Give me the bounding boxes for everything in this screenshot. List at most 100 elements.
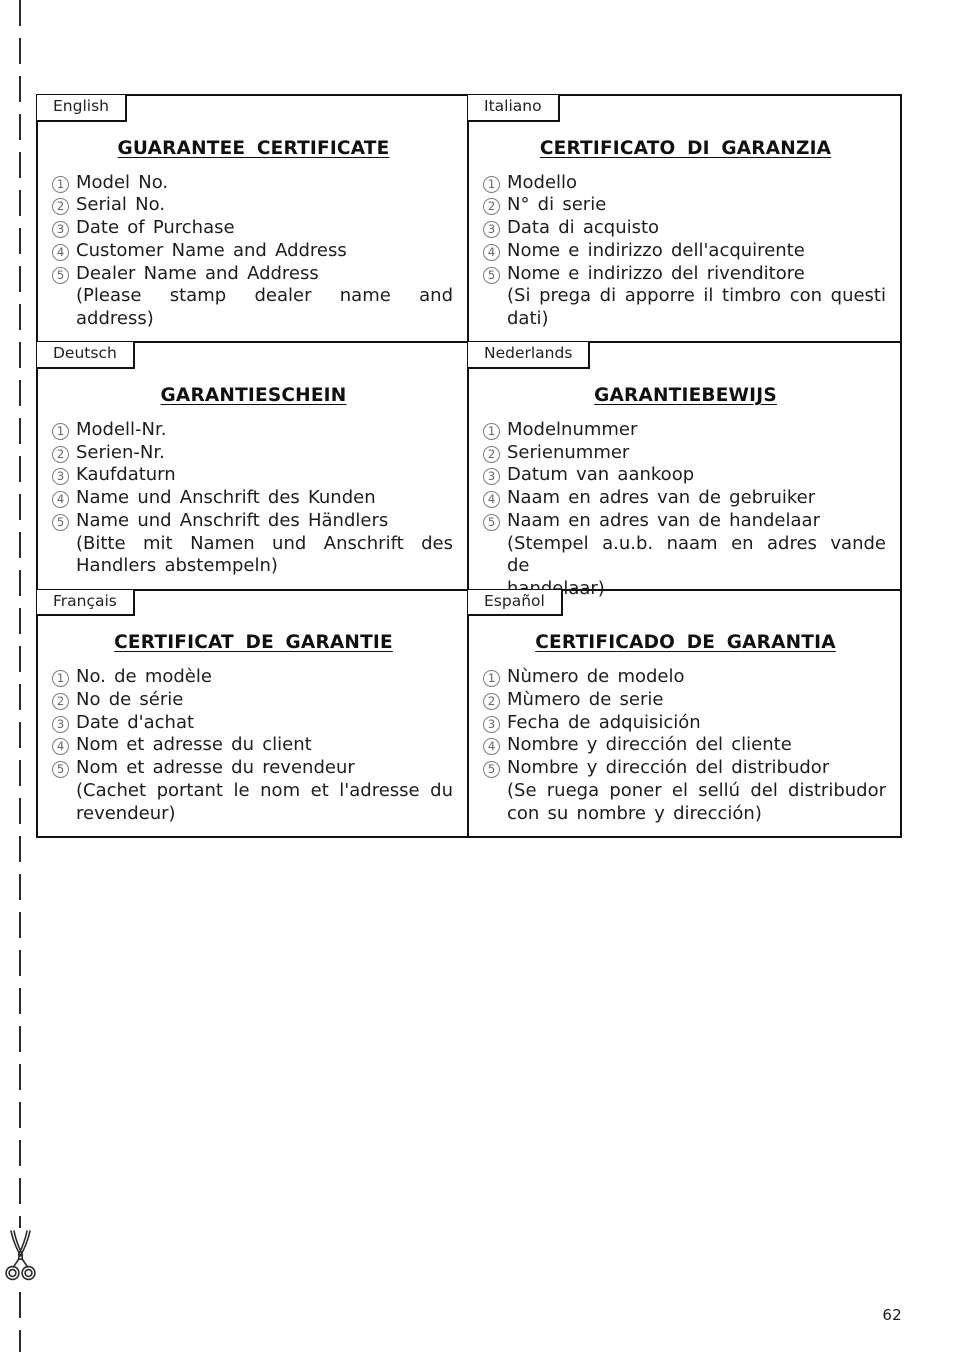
list-item: 4 Naam en adres van de gebruiker (483, 487, 888, 510)
list-item: 1 Modell-Nr. (52, 419, 455, 442)
circled-number-3-icon: 3 (52, 221, 69, 239)
circled-number-5-icon: 5 (52, 513, 69, 531)
list-item: 5 Dealer Name and Address (52, 263, 455, 286)
certificate-list-espanol: 1 Nùmero de modelo 2 Mùmero de serie 3 Fech… (483, 666, 888, 779)
certificate-note-francais: (Cachet portant le nom et l'adresse du r… (76, 779, 453, 824)
certificate-note-espanol: (Se ruega poner el sellú del distribudor… (507, 779, 886, 824)
circled-number-5-icon: 5 (483, 266, 500, 284)
certificate-list-italiano: 1 Modello 2 N° di serie 3 Data di acquisto … (483, 172, 888, 285)
certificate-title-english: GUARANTEE CERTIFICATE (117, 137, 390, 159)
page-number: 62 (882, 1306, 902, 1324)
certificate-cell-deutsch: Deutsch GARANTIESCHEIN 1 Modell-Nr. 2 Seri… (37, 342, 469, 589)
circled-number-2-icon: 2 (483, 198, 500, 216)
circled-number-2-icon: 2 (52, 198, 69, 216)
circled-number-3-icon: 3 (483, 468, 500, 486)
list-item: 2 Serial No. (52, 194, 455, 217)
circled-number-3-icon: 3 (52, 715, 69, 733)
list-item: 1 Model No. (52, 172, 455, 195)
certificate-note-deutsch: (Bitte mit Namen und Anschrift des Handl… (76, 532, 453, 577)
list-item: 3 Datum van aankoop (483, 464, 888, 487)
circled-number-3-icon: 3 (483, 221, 500, 239)
circled-number-1-icon: 1 (52, 670, 69, 688)
circled-number-4-icon: 4 (483, 243, 500, 261)
circled-number-1-icon: 1 (483, 670, 500, 688)
list-item: 3 Kaufdaturn (52, 464, 455, 487)
certificate-row-2: Deutsch GARANTIESCHEIN 1 Modell-Nr. 2 Seri… (37, 342, 900, 599)
certificate-title-italiano: CERTIFICATO DI GARANZIA (539, 137, 832, 159)
list-item: 5 Nombre y dirección del distribudor (483, 757, 888, 780)
certificate-title-francais: CERTIFICAT DE GARANTIE (114, 632, 393, 654)
list-item: 2 Serienummer (483, 442, 888, 465)
circled-number-1-icon: 1 (52, 423, 69, 441)
list-item: 4 Nombre y dirección del cliente (483, 734, 888, 757)
list-item: 2 No de série (52, 689, 455, 712)
list-item: 3 Date of Purchase (52, 217, 455, 240)
list-item: 1 Nùmero de modelo (483, 666, 888, 689)
circled-number-4-icon: 4 (52, 491, 69, 509)
circled-number-1-icon: 1 (483, 175, 500, 193)
certificate-body-francais: CERTIFICAT DE GARANTIE 1 No. de modèle 2N… (38, 616, 467, 836)
circled-number-2-icon: 2 (52, 445, 69, 463)
certificate-body-nederlands: GARANTIEBEWIJS 1 Modelnummer 2 Serienummer… (469, 369, 900, 600)
language-tab-italiano: Italiano (468, 95, 560, 122)
circled-number-5-icon: 5 (52, 266, 69, 284)
certificate-row-3: Français CERTIFICAT DE GARANTIE 1 No. de … (37, 589, 900, 836)
certificate-list-nederlands: 1 Modelnummer 2 Serienummer 3 Datum van aan… (483, 419, 888, 532)
certificate-cell-espanol: Español CERTIFICADO DE GARANTIA 1 Nùmero … (468, 589, 900, 836)
language-tab-francais: Français (37, 589, 135, 617)
list-item: 1 No. de modèle (52, 666, 455, 689)
list-item: 2 Mùmero de serie (483, 689, 888, 712)
list-item: 3 Data di acquisto (483, 217, 888, 240)
certificate-body-italiano: CERTIFICATO DI GARANZIA 1 Modello 2 N° di … (469, 122, 900, 342)
circled-number-1-icon: 1 (483, 423, 500, 441)
list-item: 2 Serien-Nr. (52, 442, 455, 465)
list-item: 5 Nom et adresse du revendeur (52, 757, 455, 780)
list-item: 3 Date d'achat (52, 712, 455, 735)
certificate-note-italiano: (Si prega di apporre il timbro con quest… (507, 285, 886, 329)
scissors-icon (1, 1228, 41, 1290)
circled-number-4-icon: 4 (483, 491, 500, 509)
guarantee-certificate-table: English GUARANTEE CERTIFICATE 1 Model No.… (36, 94, 902, 838)
circled-number-3-icon: 3 (483, 715, 500, 733)
certificate-cell-english: English GUARANTEE CERTIFICATE 1 Model No.… (37, 95, 469, 342)
list-item: 4 Nome e indirizzo dell'acquirente (483, 240, 888, 263)
list-item: 4 Nom et adresse du client (52, 734, 455, 757)
circled-number-5-icon: 5 (52, 761, 69, 779)
list-item: 1 Modelnummer (483, 419, 888, 442)
certificate-list-english: 1 Model No. 2 Serial No. 3 Date of Purchase… (52, 172, 455, 285)
certificate-list-deutsch: 1 Modell-Nr. 2 Serien-Nr. 3 Kaufdaturn 4 Nam… (52, 419, 455, 532)
list-item: 4 Name und Anschrift des Kunden (52, 487, 455, 510)
circled-number-1-icon: 1 (52, 175, 69, 193)
certificate-list-francais: 1 No. de modèle 2 No de série 3 Date d'acha… (52, 666, 455, 779)
list-item: 2 N° di serie (483, 194, 888, 217)
certificate-cell-nederlands: Nederlands GARANTIEBEWIJS 1 Modelnummer 2… (468, 342, 900, 599)
circled-number-2-icon: 2 (483, 693, 500, 711)
circled-number-2-icon: 2 (483, 445, 500, 463)
certificate-body-deutsch: GARANTIESCHEIN 1 Modell-Nr. 2 Serien-Nr. 3… (38, 369, 467, 589)
cut-line-dashed (19, 0, 21, 1352)
list-item: 5 Naam en adres van de handelaar (483, 510, 888, 533)
certificate-note-english: (Please stamp dealer name and address) (76, 285, 453, 329)
language-tab-deutsch: Deutsch (37, 342, 135, 370)
list-item: 5 Name und Anschrift des Händlers (52, 510, 455, 533)
certificate-row-1: English GUARANTEE CERTIFICATE 1 Model No.… (37, 95, 900, 344)
circled-number-3-icon: 3 (52, 468, 69, 486)
certificate-body-english: GUARANTEE CERTIFICATE 1 Model No. 2 Serial… (38, 122, 467, 342)
list-item: 4 Customer Name and Address (52, 240, 455, 263)
certificate-title-nederlands: GARANTIEBEWIJS (594, 385, 777, 407)
circled-number-5-icon: 5 (483, 761, 500, 779)
list-item: 5 Nome e indirizzo del rivenditore (483, 263, 888, 286)
certificate-title-espanol: CERTIFICADO DE GARANTIA (535, 632, 836, 654)
circled-number-4-icon: 4 (483, 738, 500, 756)
certificate-title-deutsch: GARANTIESCHEIN (160, 385, 347, 407)
circled-number-4-icon: 4 (52, 738, 69, 756)
list-item: 1 Modello (483, 172, 888, 195)
language-tab-english: English (37, 95, 127, 122)
circled-number-5-icon: 5 (483, 513, 500, 531)
list-item: 3 Fecha de adquisición (483, 712, 888, 735)
circled-number-4-icon: 4 (52, 243, 69, 261)
language-tab-espanol: Español (468, 589, 563, 617)
certificate-body-espanol: CERTIFICADO DE GARANTIA 1 Nùmero de model… (469, 616, 900, 836)
certificate-cell-francais: Français CERTIFICAT DE GARANTIE 1 No. de … (37, 589, 469, 836)
circled-number-2-icon: 2 (52, 693, 69, 711)
